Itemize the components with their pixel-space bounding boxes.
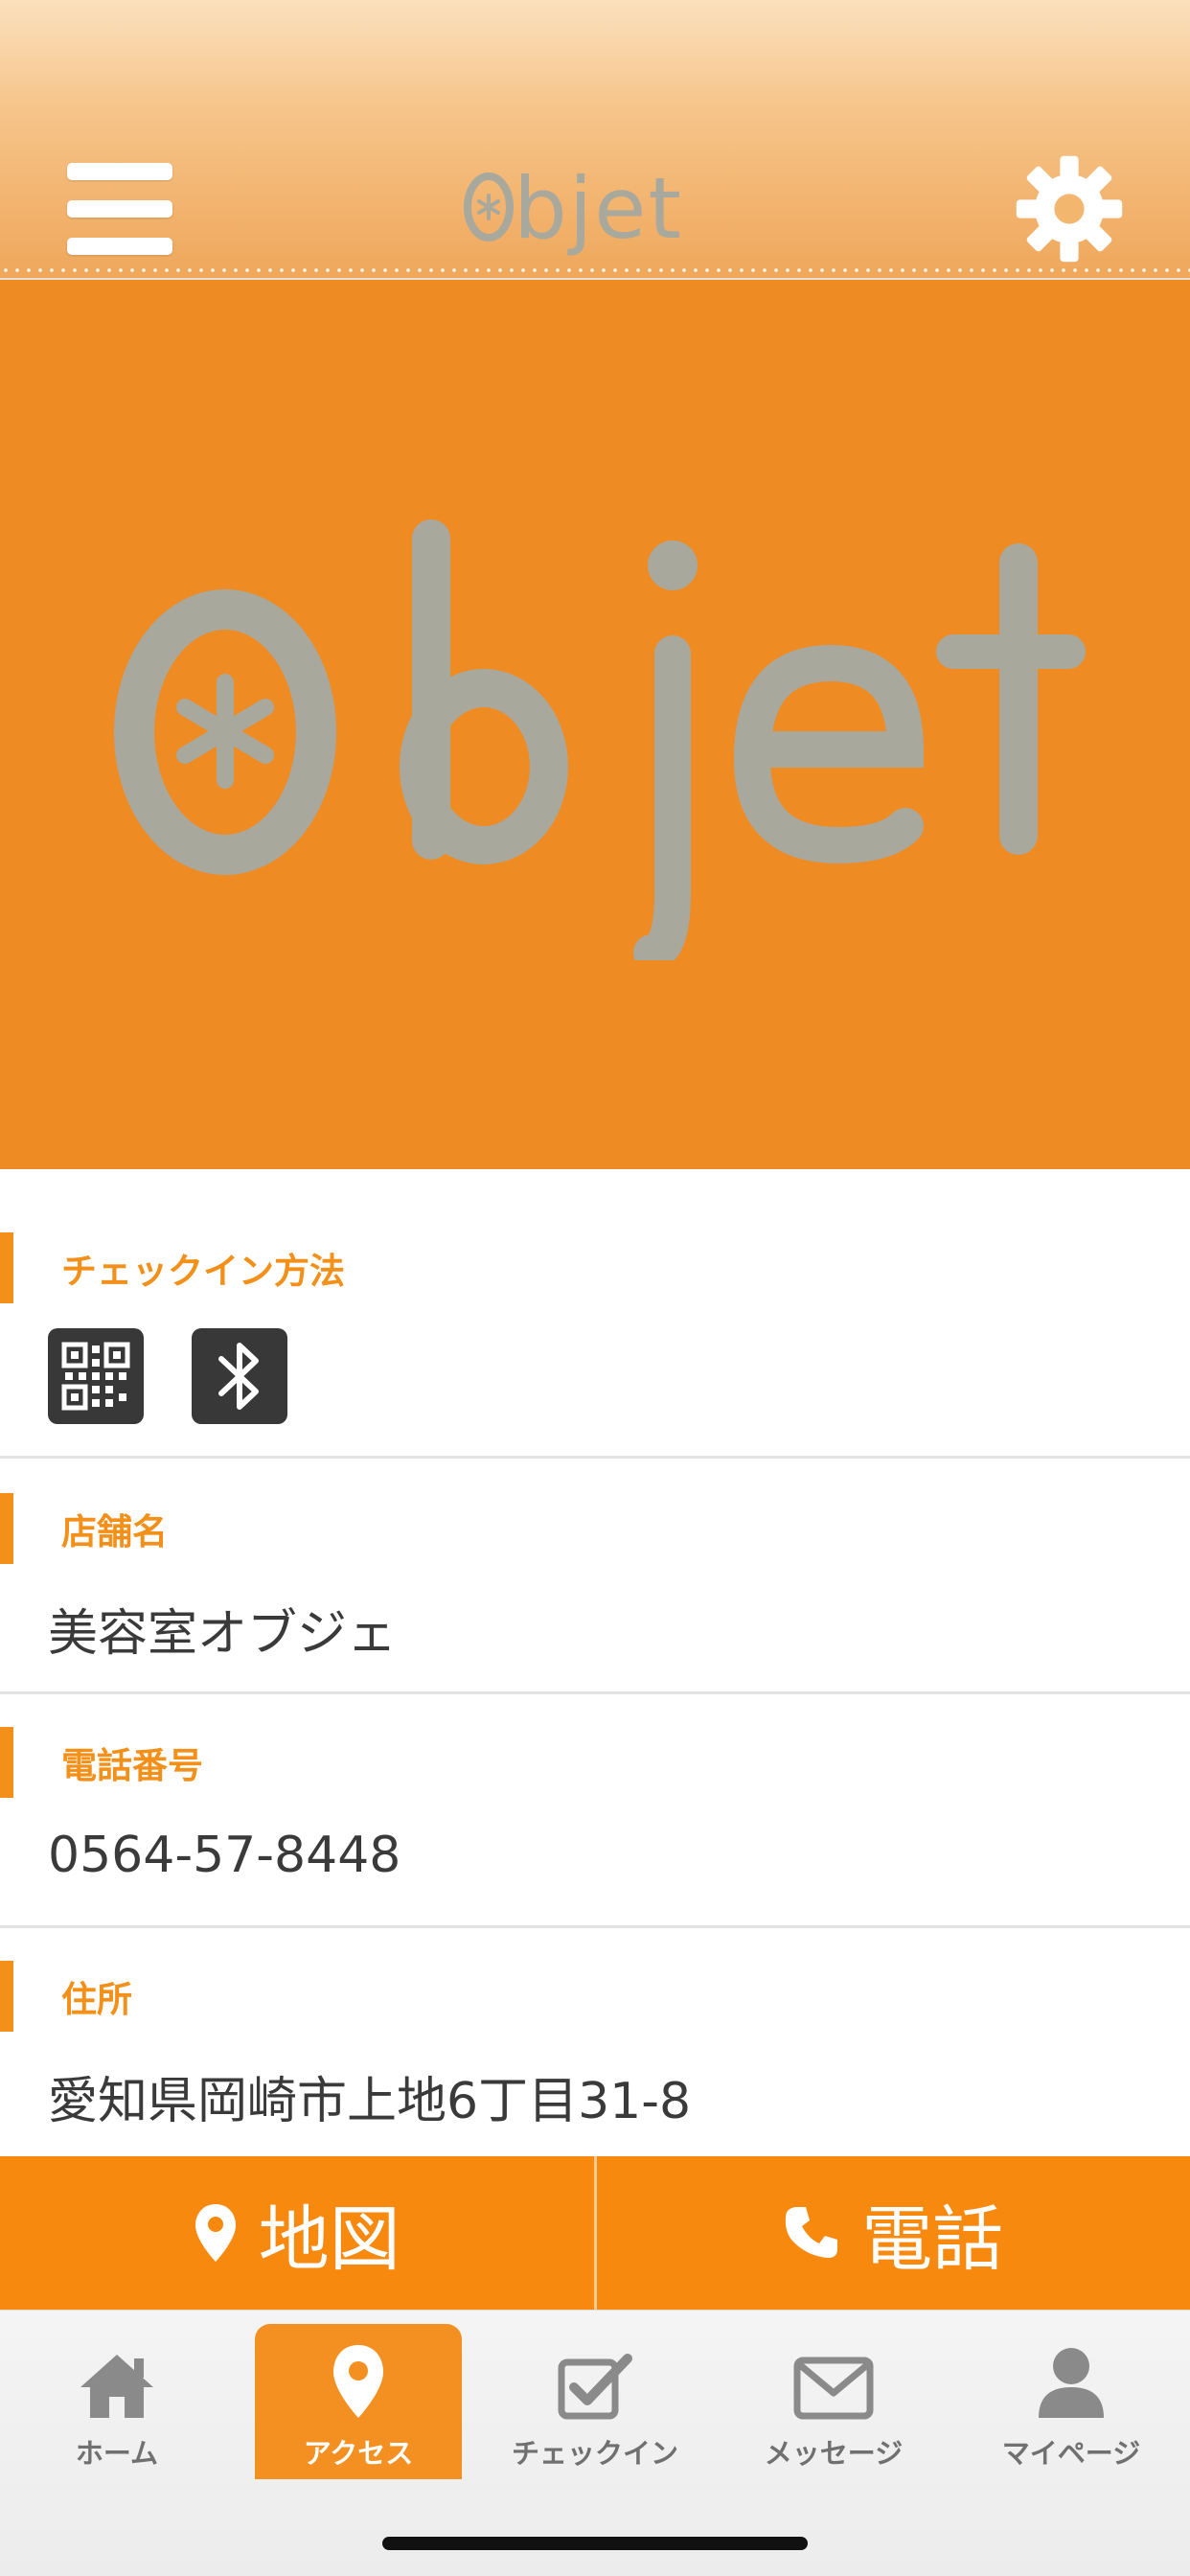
tab-message-label: メッセージ <box>764 2437 904 2470</box>
address-label: 住所 <box>0 1961 132 2032</box>
action-bar: 地図 電話 <box>0 2156 1190 2310</box>
map-button[interactable]: 地図 <box>0 2156 594 2310</box>
phone-label: 電話番号 <box>0 1727 203 1798</box>
checkin-method-section: チェックイン方法 <box>0 1232 1190 1459</box>
checkin-method-label: チェックイン方法 <box>0 1232 345 1303</box>
tab-mypage-label: マイページ <box>1001 2437 1141 2470</box>
phone-value[interactable]: 0564-57-8448 <box>48 1827 400 1884</box>
svg-text:bjet: bjet <box>514 159 683 258</box>
checkbox-icon <box>558 2354 632 2420</box>
store-name-value: 美容室オブジェ <box>48 1605 398 1663</box>
tab-access-label: アクセス <box>303 2437 414 2470</box>
app-header: bjet <box>0 0 1190 280</box>
call-button-label: 電話 <box>861 2197 1004 2281</box>
envelope-icon <box>793 2357 874 2420</box>
tab-access[interactable]: アクセス <box>255 2324 462 2479</box>
tab-home-label: ホーム <box>75 2437 159 2470</box>
store-name-section: 店舗名 美容室オブジェ <box>0 1493 1190 1694</box>
hero-banner <box>0 280 1190 1169</box>
home-indicator <box>382 2537 808 2550</box>
tab-mypage[interactable]: マイページ <box>968 2324 1175 2479</box>
map-pin-icon <box>333 2345 383 2418</box>
hamburger-menu-icon[interactable] <box>67 163 172 255</box>
gear-icon[interactable] <box>1012 151 1127 266</box>
map-pin-icon <box>195 2204 236 2262</box>
phone-section: 電話番号 0564-57-8448 <box>0 1727 1190 1928</box>
address-section: 住所 愛知県岡崎市上地6丁目31-8 <box>0 1961 1190 2156</box>
home-icon <box>80 2355 153 2418</box>
tab-message[interactable]: メッセージ <box>730 2324 937 2479</box>
qr-code-icon <box>48 1328 144 1424</box>
address-value: 愛知県岡崎市上地6丁目31-8 <box>48 2073 692 2130</box>
bluetooth-icon <box>192 1328 287 1424</box>
map-button-label: 地図 <box>258 2197 400 2281</box>
tab-checkin-label: チェックイン <box>511 2437 678 2470</box>
tab-home[interactable]: ホーム <box>13 2324 220 2479</box>
bottom-tab-bar: ホーム アクセス チェックイン メッセージ マイページ <box>0 2310 1190 2576</box>
tab-checkin[interactable]: チェックイン <box>492 2324 698 2479</box>
phone-icon <box>786 2207 838 2258</box>
header-logo: bjet <box>464 159 683 258</box>
store-name-label: 店舗名 <box>0 1493 168 1564</box>
hero-logo <box>114 519 1086 960</box>
person-icon <box>1039 2348 1104 2418</box>
call-button[interactable]: 電話 <box>597 2156 1190 2310</box>
